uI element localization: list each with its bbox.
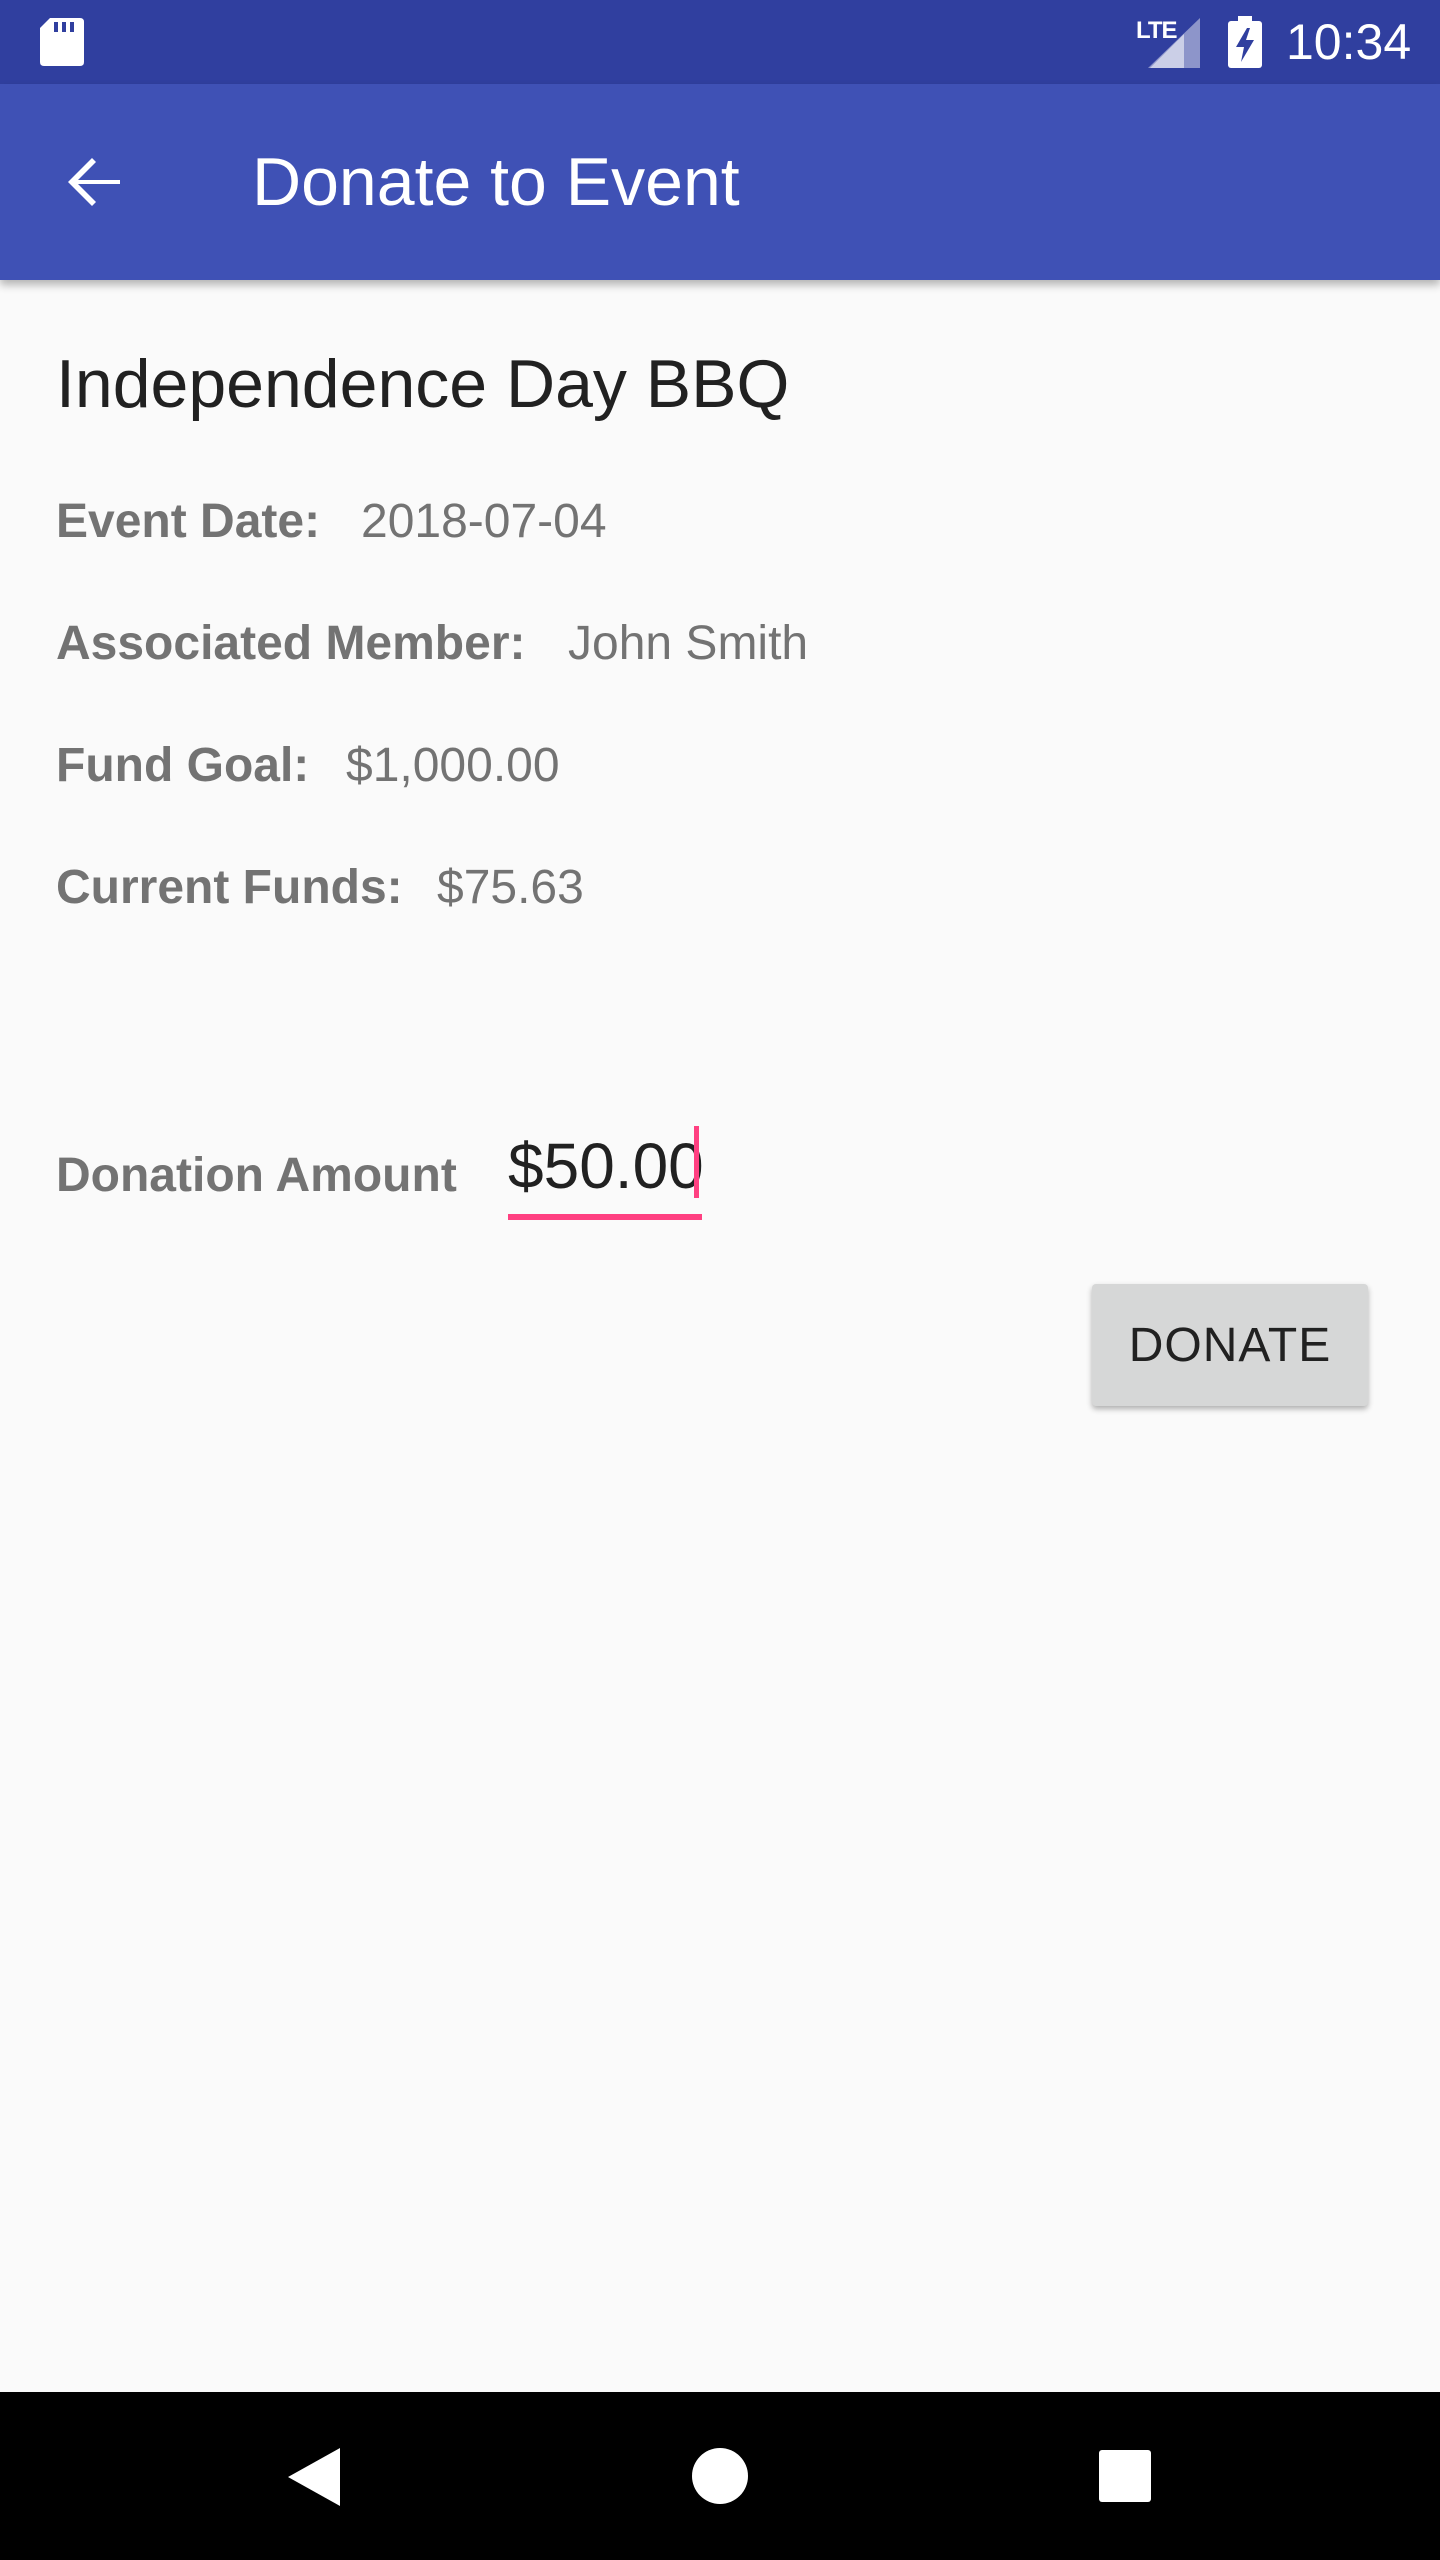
arrow-back-icon[interactable]	[62, 150, 126, 214]
sd-card-icon	[40, 18, 84, 66]
fund-goal-label: Fund Goal:	[56, 739, 310, 792]
nav-recents-icon[interactable]	[1099, 2450, 1151, 2502]
associated-member-label: Associated Member:	[56, 617, 526, 670]
event-name: Independence Day BBQ	[56, 346, 790, 422]
battery-charging-icon	[1228, 16, 1262, 68]
event-date-value: 2018-07-04	[361, 495, 607, 548]
current-funds-label: Current Funds:	[56, 861, 403, 914]
event-date-label: Event Date:	[56, 495, 321, 548]
donate-button[interactable]: DONATE	[1092, 1284, 1368, 1406]
app-bar: Donate to Event	[0, 84, 1440, 280]
donation-input-underline	[508, 1214, 702, 1220]
nav-back-icon[interactable]	[288, 2448, 340, 2506]
nav-home-icon[interactable]	[692, 2448, 748, 2504]
status-bar: LTE 10:34	[0, 0, 1440, 84]
navigation-bar	[0, 2392, 1440, 2560]
text-cursor	[694, 1126, 699, 1198]
signal-icon	[1148, 18, 1200, 68]
donation-amount-field[interactable]	[508, 1120, 702, 1220]
donation-amount-label: Donation Amount	[56, 1149, 457, 1202]
fund-goal-value: $1,000.00	[346, 739, 560, 792]
associated-member-value: John Smith	[568, 617, 809, 670]
status-time: 10:34	[1286, 14, 1412, 70]
donation-amount-input[interactable]	[508, 1120, 702, 1212]
current-funds-value: $75.63	[437, 861, 584, 914]
page-title: Donate to Event	[252, 144, 740, 220]
